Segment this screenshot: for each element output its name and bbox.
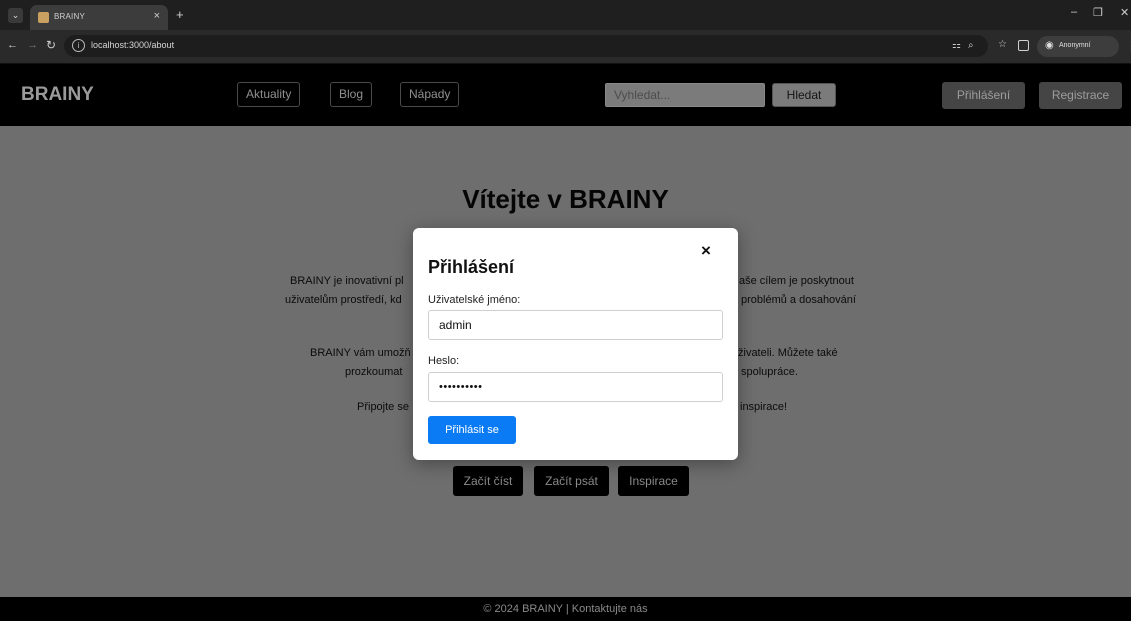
incognito-icon: ◉: [1045, 40, 1054, 51]
url-text[interactable]: localhost:3000/about: [91, 40, 174, 50]
translate-icon[interactable]: ⚏: [952, 40, 961, 51]
back-icon[interactable]: ←: [7, 39, 18, 51]
browser-tab-bar: ⌄ BRAINY × + – ❐ ✕: [0, 0, 1131, 30]
window-close-icon[interactable]: ✕: [1120, 6, 1129, 19]
start-reading-button[interactable]: Začít číst: [453, 466, 523, 496]
site-header: BRAINY Aktuality Blog Nápady Vyhledat...…: [0, 64, 1131, 126]
bookmark-star-icon[interactable]: ☆: [998, 39, 1007, 50]
side-panel-icon[interactable]: [1018, 40, 1029, 51]
intro-line-1a: BRAINY je inovativní pl: [290, 275, 404, 287]
forward-icon[interactable]: →: [27, 39, 38, 51]
reload-icon[interactable]: ↻: [46, 38, 56, 52]
nav-aktuality[interactable]: Aktuality: [237, 82, 301, 107]
register-button[interactable]: Registrace: [1039, 82, 1122, 109]
intro-line-2b: problémů a dosahování: [741, 294, 856, 306]
favicon-icon: [38, 12, 49, 23]
page-title: Vítejte v BRAINY: [462, 184, 669, 214]
start-writing-button[interactable]: Začít psát: [534, 466, 609, 496]
username-field[interactable]: admin: [428, 310, 723, 340]
features-line-1b: živateli. Můžete také: [738, 347, 838, 359]
search-button[interactable]: Hledat: [772, 83, 836, 107]
features-line-1a: BRAINY vám umožň: [310, 347, 411, 359]
login-modal: Přihlášení × Uživatelské jméno: admin He…: [413, 228, 738, 460]
features-line-2b: spolupráce.: [741, 366, 798, 378]
zoom-icon[interactable]: ⌕: [968, 40, 974, 51]
brand-logo[interactable]: BRAINY: [21, 84, 94, 106]
browser-address-bar: ← → ↻ i localhost:3000/about ⚏ ⌕ ☆ ◉ Ano…: [0, 30, 1131, 64]
tab-close-icon[interactable]: ×: [154, 10, 160, 22]
password-label: Heslo:: [428, 355, 460, 367]
join-line-a: Připojte se: [357, 401, 409, 413]
password-field[interactable]: ••••••••••: [428, 372, 723, 402]
site-footer: © 2024 BRAINY | Kontaktujte nás: [0, 597, 1131, 621]
login-button[interactable]: Přihlášení: [942, 82, 1025, 109]
login-submit-button[interactable]: Přihlásit se: [428, 416, 516, 444]
window-maximize-icon[interactable]: ❐: [1093, 6, 1103, 19]
more-menu-icon[interactable]: ⋮: [1126, 39, 1131, 52]
search-input[interactable]: Vyhledat...: [605, 83, 765, 107]
omnibox[interactable]: i localhost:3000/about ⚏ ⌕: [64, 35, 988, 57]
tab-search-icon[interactable]: ⌄: [8, 8, 23, 23]
username-label: Uživatelské jméno:: [428, 294, 521, 306]
site-info-icon[interactable]: i: [72, 39, 85, 52]
profile-chip[interactable]: ◉ Anonymní: [1037, 36, 1119, 57]
join-line-b: inspirace!: [740, 401, 788, 413]
modal-title: Přihlášení: [428, 257, 515, 277]
new-tab-icon[interactable]: +: [176, 7, 184, 22]
close-icon[interactable]: ×: [701, 241, 711, 261]
intro-line-2a: uživatelům prostředí, kd: [285, 294, 402, 306]
nav-blog[interactable]: Blog: [330, 82, 373, 107]
features-line-2a: prozkoumat: [345, 366, 403, 378]
window-minimize-icon[interactable]: –: [1071, 6, 1077, 18]
profile-label: Anonymní: [1059, 42, 1091, 49]
intro-line-1b: aše cílem je poskytnout: [739, 275, 854, 287]
browser-tab[interactable]: BRAINY ×: [30, 5, 168, 30]
nav-napady[interactable]: Nápady: [400, 82, 460, 107]
tab-title: BRAINY: [54, 12, 85, 21]
inspiration-button[interactable]: Inspirace: [618, 466, 689, 496]
